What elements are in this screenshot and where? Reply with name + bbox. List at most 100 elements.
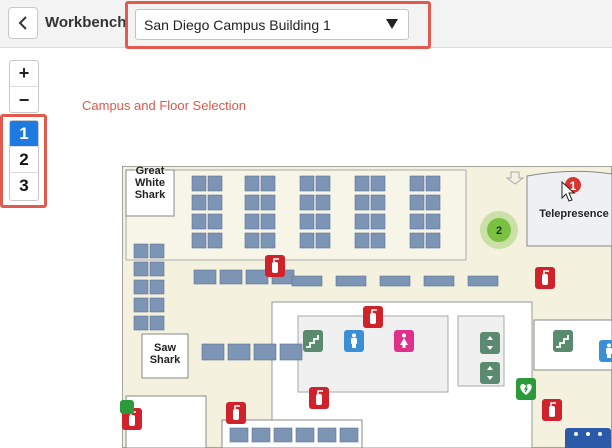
elevator-icon[interactable] (480, 332, 500, 354)
desk (260, 175, 276, 192)
desk (251, 427, 271, 443)
desk (149, 279, 165, 295)
desk (279, 343, 303, 361)
desk (260, 213, 276, 230)
floor-2-button[interactable]: 2 (10, 147, 38, 173)
fire-extinguisher-icon[interactable] (542, 399, 562, 421)
desk (423, 275, 455, 287)
desk (133, 261, 149, 277)
caret-down-icon (386, 19, 398, 29)
zoom-out-button[interactable]: − (10, 87, 38, 113)
room-label-great-white-shark: Great White Shark (134, 165, 166, 201)
desk (379, 275, 411, 287)
desk (133, 297, 149, 313)
desk (409, 194, 425, 211)
desk (425, 175, 441, 192)
room-label-telepresence: Telepresence (539, 208, 609, 220)
chevron-left-icon (18, 16, 27, 30)
desk (207, 232, 223, 249)
page-title: Workbench (45, 14, 127, 31)
fire-extinguisher-icon[interactable] (226, 402, 246, 424)
desk (133, 315, 149, 331)
header-bar: Workbench San Diego Campus Building 1 (0, 0, 612, 49)
desk (273, 427, 293, 443)
fire-extinguisher-icon[interactable] (363, 306, 383, 328)
desk (207, 194, 223, 211)
first-aid-icon[interactable] (120, 400, 134, 414)
elevator-icon[interactable] (480, 362, 500, 384)
desk (317, 427, 337, 443)
desk (244, 232, 260, 249)
workbench-page: Workbench San Diego Campus Building 1 + … (0, 0, 612, 448)
desk (339, 427, 359, 443)
desk (409, 213, 425, 230)
desk (244, 213, 260, 230)
desk (299, 232, 315, 249)
desk (201, 343, 225, 361)
desk (315, 213, 331, 230)
desk (409, 175, 425, 192)
desk (191, 232, 207, 249)
campus-select-value: San Diego Campus Building 1 (144, 17, 331, 33)
desk (149, 315, 165, 331)
desk (291, 275, 323, 287)
desk (425, 194, 441, 211)
desk (425, 213, 441, 230)
desk (299, 175, 315, 192)
desk (260, 232, 276, 249)
desk (227, 343, 251, 361)
annotation-caption: Campus and Floor Selection (82, 98, 247, 113)
fire-extinguisher-icon[interactable] (309, 387, 329, 409)
desk (149, 243, 165, 259)
desk (354, 194, 370, 211)
desk (370, 232, 386, 249)
desk (219, 269, 243, 285)
desk (191, 175, 207, 192)
desk (207, 175, 223, 192)
floor-map[interactable]: 2 1 Great White Shark Saw Shark Telepres… (120, 165, 612, 448)
desk (335, 275, 367, 287)
female-restroom-icon[interactable] (394, 330, 414, 352)
stairs-icon[interactable] (303, 330, 323, 352)
floor-3-button[interactable]: 3 (10, 173, 38, 199)
zoom-control: + − (9, 60, 39, 113)
desk (244, 194, 260, 211)
desk (354, 213, 370, 230)
desk (149, 261, 165, 277)
desk (253, 343, 277, 361)
desk (299, 194, 315, 211)
desk (315, 232, 331, 249)
desk (133, 243, 149, 259)
fire-extinguisher-icon[interactable] (535, 267, 555, 289)
campus-select[interactable]: San Diego Campus Building 1 (135, 9, 409, 40)
male-restroom-icon[interactable] (599, 340, 612, 362)
accessible-icon[interactable] (565, 428, 611, 448)
floor-selector: 1 2 3 (9, 120, 39, 201)
male-restroom-icon[interactable] (344, 330, 364, 352)
floor-1-button[interactable]: 1 (10, 121, 38, 147)
desk (191, 194, 207, 211)
desk (467, 275, 499, 287)
stairs-icon[interactable] (553, 330, 573, 352)
zoom-in-button[interactable]: + (10, 61, 38, 87)
desk (229, 427, 249, 443)
desk (191, 213, 207, 230)
fire-extinguisher-icon[interactable] (265, 255, 285, 277)
desk (260, 194, 276, 211)
desk (295, 427, 315, 443)
desk (370, 213, 386, 230)
desk (299, 213, 315, 230)
desk (315, 175, 331, 192)
desk (370, 194, 386, 211)
desk (207, 213, 223, 230)
room-label-saw-shark: Saw Shark (149, 342, 181, 366)
desk (354, 232, 370, 249)
back-button[interactable] (8, 7, 38, 39)
cluster-count: 2 (496, 225, 502, 237)
desk (149, 297, 165, 313)
desk (244, 175, 260, 192)
desk (354, 175, 370, 192)
desk (193, 269, 217, 285)
aed-icon[interactable] (516, 378, 536, 400)
desk (409, 232, 425, 249)
